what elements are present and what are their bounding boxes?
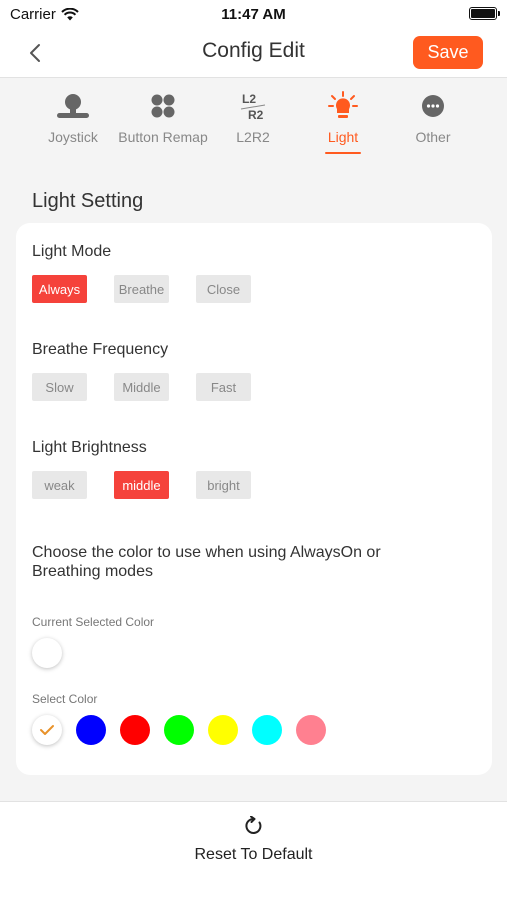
more-icon bbox=[413, 91, 453, 121]
button-remap-icon bbox=[143, 91, 183, 121]
status-time: 11:47 AM bbox=[221, 6, 286, 23]
current-color-label: Current Selected Color bbox=[32, 615, 155, 629]
l2-glyph: L2 bbox=[242, 92, 256, 106]
r2-glyph: R2 bbox=[248, 108, 264, 121]
frequency-fast-button[interactable]: Fast bbox=[196, 373, 251, 401]
color-swatch-red[interactable] bbox=[120, 715, 150, 745]
refresh-icon bbox=[244, 816, 261, 834]
light-brightness-options: weak middle bright bbox=[32, 471, 251, 499]
brightness-weak-button[interactable]: weak bbox=[32, 471, 87, 499]
light-settings-card: Light Mode Always Breathe Close Breathe … bbox=[16, 223, 492, 775]
tab-label: Light bbox=[327, 129, 359, 145]
select-color-label: Select Color bbox=[32, 692, 98, 706]
color-description: Choose the color to use when using Alway… bbox=[32, 544, 381, 580]
tab-label: Joystick bbox=[48, 129, 98, 145]
brightness-bright-button[interactable]: bright bbox=[196, 471, 251, 499]
status-bar: Carrier 11:47 AM bbox=[0, 0, 507, 28]
current-color-indicator bbox=[32, 638, 62, 668]
light-mode-close-button[interactable]: Close bbox=[196, 275, 251, 303]
light-brightness-title: Light Brightness bbox=[32, 439, 147, 456]
color-swatches bbox=[32, 715, 326, 745]
frequency-middle-button[interactable]: Middle bbox=[114, 373, 169, 401]
joystick-icon bbox=[53, 91, 93, 121]
section-title: Light Setting bbox=[32, 190, 144, 212]
color-swatch-green[interactable] bbox=[164, 715, 194, 745]
breathe-frequency-title: Breathe Frequency bbox=[32, 341, 169, 358]
nav-bar: Config Edit Save bbox=[0, 28, 507, 78]
tab-l2r2[interactable]: L2 R2 L2R2 bbox=[208, 88, 298, 158]
reset-label: Reset To Default bbox=[194, 846, 313, 863]
tab-joystick[interactable]: Joystick bbox=[28, 88, 118, 158]
tab-label: L2R2 bbox=[236, 129, 270, 145]
checkmark-icon bbox=[40, 725, 54, 735]
tab-button-remap[interactable]: Button Remap bbox=[118, 88, 208, 158]
light-mode-options: Always Breathe Close bbox=[32, 275, 251, 303]
tab-light[interactable]: Light bbox=[298, 88, 388, 158]
color-swatch-yellow[interactable] bbox=[208, 715, 238, 745]
save-button[interactable]: Save bbox=[413, 36, 483, 69]
bottom-bar: Reset To Default bbox=[0, 801, 507, 900]
l2r2-icon: L2 R2 bbox=[233, 91, 273, 121]
active-tab-indicator bbox=[325, 152, 361, 154]
breathe-frequency-options: Slow Middle Fast bbox=[32, 373, 251, 401]
color-swatch-blue[interactable] bbox=[76, 715, 106, 745]
color-swatch-cyan[interactable] bbox=[252, 715, 282, 745]
light-mode-title: Light Mode bbox=[32, 243, 112, 260]
brightness-middle-button[interactable]: middle bbox=[114, 471, 169, 499]
color-swatch-pink[interactable] bbox=[296, 715, 326, 745]
tab-label: Button Remap bbox=[118, 129, 208, 145]
reset-to-default-button[interactable]: Reset To Default bbox=[0, 816, 507, 864]
light-bulb-icon bbox=[323, 91, 363, 121]
tab-other[interactable]: Other bbox=[388, 88, 478, 158]
light-mode-always-button[interactable]: Always bbox=[32, 275, 87, 303]
color-swatch-white[interactable] bbox=[32, 715, 62, 745]
tab-label: Other bbox=[415, 129, 451, 145]
battery-icon bbox=[469, 7, 500, 20]
frequency-slow-button[interactable]: Slow bbox=[32, 373, 87, 401]
tab-bar: Joystick Button Remap L2 R2 L2R2 Light O… bbox=[28, 88, 478, 158]
light-mode-breathe-button[interactable]: Breathe bbox=[114, 275, 169, 303]
